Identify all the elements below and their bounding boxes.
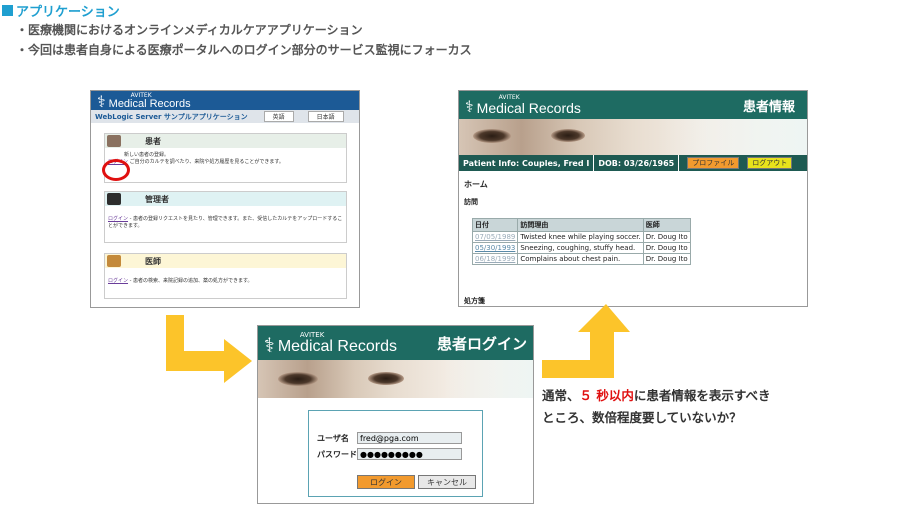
callout-note: 通常、５ 秒以内に患者情報を表示すべき ところ、数倍程度要していないか？ (542, 385, 771, 429)
eye-image (368, 372, 404, 385)
password-label: パスワード (317, 449, 357, 459)
username-input[interactable] (357, 432, 462, 444)
table-row: 07/05/1989 Twisted knee while playing so… (471, 231, 691, 243)
section-header: アプリケーション (2, 1, 120, 20)
callout-text: に患者情報を表示すべき (633, 388, 771, 403)
patient-info-bar: Patient Info: Couples, Fred I DOB: 03/26… (459, 155, 807, 171)
visit-doctor: Dr. Doug Ito (642, 242, 691, 254)
role-heading: 患者 (145, 136, 161, 146)
patient-info-screenshot: ⚕ AVITEK Medical Records 患者情報 Patient In… (458, 90, 808, 307)
role-heading: 医師 (145, 256, 161, 266)
login-form: ユーザ名 パスワード ログイン キャンセル (308, 410, 483, 497)
admin-login-link[interactable]: ログイン (108, 216, 128, 222)
column-header: 医師 (642, 218, 691, 232)
section-title: アプリケーション (16, 5, 120, 20)
column-header: 日付 (471, 218, 519, 232)
role-doctor: 医師 ログイン - 患者の検索、来院記録の追加、薬の処方ができます。 (104, 253, 347, 299)
table-row: 05/30/1993 Sneezing, coughing, stuffy he… (471, 242, 691, 254)
visit-doctor: Dr. Doug Ito (642, 231, 691, 243)
role-description: 新しい患者の登録。 (124, 152, 170, 158)
doctor-photo-icon (107, 255, 121, 267)
role-description: ご自分のカルテを調べたり、来院や処方履歴を見ることができます。 (129, 159, 284, 165)
eye-image (551, 129, 585, 142)
role-selection-screenshot: ⚕ AVITEK Medical Records WebLogic Server… (90, 90, 360, 308)
bullet-list: ・医療機関におけるオンラインメディカルケアアプリケーション ・今回は患者自身によ… (16, 20, 472, 60)
prescriptions-heading: 処方箋 (464, 297, 485, 305)
patient-login-screenshot: ⚕ AVITEK Medical Records 患者ログイン ユーザ名 パスワ… (257, 325, 534, 504)
password-input[interactable] (357, 448, 462, 460)
brand-name: Medical Records (277, 337, 397, 355)
callout-highlight: ５ 秒以内 (579, 388, 634, 403)
role-heading: 管理者 (145, 194, 169, 204)
visit-date-link[interactable]: 06/18/1999 (471, 253, 519, 265)
visits-table: 日付 訪問理由 医師 07/05/1989 Twisted knee while… (471, 218, 691, 265)
bullet-item: ・今回は患者自身による医療ポータルへのログイン部分のサービス監視にフォーカス (16, 43, 472, 57)
app-logo-bar: ⚕ AVITEK Medical Records 患者情報 (459, 91, 807, 119)
profile-button[interactable]: プロファイル (687, 157, 740, 169)
banner-photo (459, 119, 807, 155)
brand-name: Medical Records (108, 98, 191, 110)
app-logo-bar: ⚕ AVITEK Medical Records 患者ログイン (258, 326, 533, 360)
patient-photo-icon (107, 135, 121, 147)
patient-dob: DOB: 03/26/1965 (594, 155, 680, 171)
column-header: 訪問理由 (517, 218, 644, 232)
doctor-login-link[interactable]: ログイン (108, 278, 128, 284)
japanese-button[interactable]: 日本語 (307, 111, 344, 122)
eye-image (473, 129, 511, 143)
eye-image (278, 372, 318, 386)
visit-date-link[interactable]: 05/30/1993 (471, 242, 519, 254)
home-label: ホーム (464, 180, 488, 189)
english-button[interactable]: 英語 (263, 111, 294, 122)
table-row: 06/18/1999 Complains about chest pain. D… (471, 253, 691, 265)
visit-reason: Twisted knee while playing soccer. (517, 231, 644, 243)
arrow-right-icon (166, 315, 252, 383)
visit-date-link[interactable]: 07/05/1989 (471, 231, 519, 243)
visit-reason: Complains about chest pain. (517, 253, 644, 265)
cancel-button[interactable]: キャンセル (418, 475, 476, 489)
role-description: - 患者の検索、来院記録の追加、薬の処方ができます。 (129, 278, 253, 284)
visit-reason: Sneezing, coughing, stuffy head. (517, 242, 644, 254)
arrow-up-right-icon (542, 304, 630, 378)
role-admin: 管理者 ログイン - 患者の登録リクエストを見たり、管理できます。また、受信した… (104, 191, 347, 243)
subbar-title: WebLogic Server サンプルアプリケーション (95, 112, 248, 121)
page-title: 患者ログイン (436, 334, 527, 353)
admin-photo-icon (107, 193, 121, 205)
banner-photo (258, 360, 533, 398)
page-title: 患者情報 (742, 99, 795, 115)
bullet-item: ・医療機関におけるオンラインメディカルケアアプリケーション (16, 23, 363, 37)
logout-button[interactable]: ログアウト (747, 157, 793, 169)
role-patient: 患者 新しい患者の登録。 ログイン ご自分のカルテを調べたり、来院や処方履歴を見… (104, 133, 347, 183)
role-description: - 患者の登録リクエストを見たり、管理できます。また、受信したカルテをアップロー… (108, 216, 343, 229)
brand-name: Medical Records (476, 100, 581, 116)
login-button[interactable]: ログイン (357, 475, 415, 489)
callout-text: 通常、 (542, 388, 580, 403)
username-label: ユーザ名 (317, 433, 349, 443)
highlight-circle (102, 159, 130, 181)
caduceus-icon: ⚕ (465, 97, 474, 116)
caduceus-icon: ⚕ (264, 332, 275, 357)
visit-doctor: Dr. Doug Ito (642, 253, 691, 265)
app-subbar: WebLogic Server サンプルアプリケーション 英語 日本語 (91, 110, 359, 123)
square-bullet-icon (2, 5, 13, 16)
visits-heading: 訪問 (464, 198, 478, 206)
caduceus-icon: ⚕ (97, 92, 106, 111)
app-logo-bar: ⚕ AVITEK Medical Records (91, 91, 359, 110)
callout-text: ところ、数倍程度要していないか？ (542, 410, 742, 425)
patient-name: Patient Info: Couples, Fred I (459, 155, 595, 171)
